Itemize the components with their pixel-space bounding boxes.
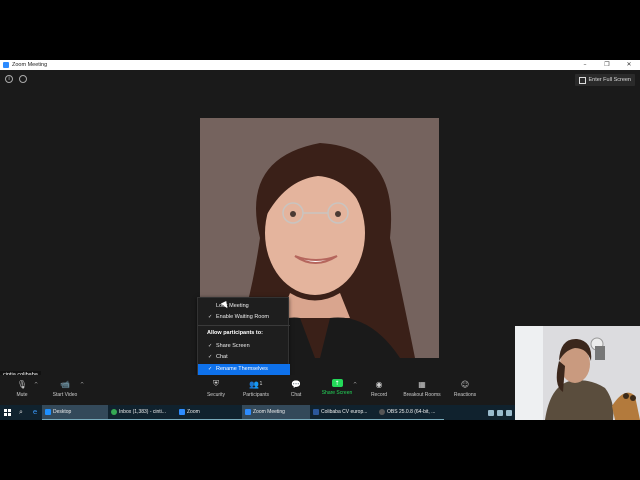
security-menu: Lock Meeting ✓ Enable Waiting Room Allow… (197, 297, 290, 378)
microphone-icon: 🎙 (16, 379, 28, 389)
restore-button[interactable]: ❐ (596, 60, 618, 70)
taskbar-app-label: Zoom (187, 409, 200, 415)
share-screen-icon: ↑ (331, 379, 343, 387)
breakout-rooms-button[interactable]: ▦ Breakout Rooms (400, 379, 444, 405)
video-options-caret[interactable]: ^ (80, 382, 84, 388)
reactions-icon: ☺ (460, 379, 470, 389)
rename-themselves-item[interactable]: ✓ Rename Themselves (198, 364, 290, 375)
taskbar-app-word-cv[interactable]: Colibaba CV europ... (310, 405, 376, 420)
windows-logo-icon (3, 409, 11, 416)
taskbar-app-label: Inbox (1,383) - cinti... (119, 409, 166, 415)
fullscreen-label: Enter Full Screen (588, 77, 632, 83)
video-camera-off-icon: 📹 (60, 379, 70, 389)
letterbox-top (0, 0, 640, 60)
share-screen-button[interactable]: ↑ Share Screen (320, 379, 354, 405)
menu-divider (198, 325, 290, 326)
chrome-icon (111, 409, 117, 415)
fullscreen-icon (578, 76, 586, 84)
self-view-webcam (515, 326, 640, 420)
participants-label: Participants (242, 392, 270, 398)
rename-themselves-label: Rename Themselves (216, 366, 268, 372)
chat-label: Chat (216, 354, 228, 360)
taskbar-app-zoom-meeting[interactable]: Zoom Meeting (242, 405, 310, 420)
participants-icon: 👥 1 (249, 379, 263, 389)
taskbar-app-zoom[interactable]: Zoom (176, 405, 242, 420)
minimize-button[interactable]: – (574, 60, 596, 70)
participants-count: 1 (259, 381, 263, 387)
zoom-icon (245, 409, 251, 415)
window-controls: – ❐ ✕ (574, 60, 640, 70)
start-video-button[interactable]: 📹 Start Video (48, 379, 82, 405)
chat-icon: 💬 (291, 379, 301, 389)
breakout-rooms-label: Breakout Rooms (403, 392, 441, 398)
shield-icon: ⛨ (213, 379, 219, 388)
breakout-rooms-icon: ▦ (418, 379, 426, 389)
taskbar-app-label: Colibaba CV europ... (321, 409, 368, 415)
share-screen-item[interactable]: ✓ Share Screen (198, 341, 290, 352)
edge-browser-icon[interactable]: e (28, 405, 42, 420)
reactions-button[interactable]: ☺ Reactions (451, 379, 479, 405)
top-left-icons: i (5, 75, 27, 83)
start-button[interactable] (0, 405, 14, 420)
record-button[interactable]: ◉ Record (368, 379, 390, 405)
reactions-label: Reactions (453, 392, 477, 398)
participants-button[interactable]: 👥 1 Participants (240, 379, 272, 405)
start-video-label: Start Video (52, 392, 78, 398)
security-label: Security (206, 392, 226, 398)
shield-icon[interactable] (19, 75, 27, 83)
mute-label: Mute (16, 392, 28, 398)
allow-participants-heading: Allow participants to: (207, 330, 263, 336)
enable-waiting-room-label: Enable Waiting Room (216, 314, 269, 320)
taskbar-app-inbox[interactable]: Inbox (1,383) - cinti... (108, 405, 176, 420)
title-bar: Zoom Meeting – ❐ ✕ (0, 60, 640, 70)
zoom-tray-icon[interactable] (497, 409, 503, 416)
check-icon: ✓ (208, 366, 213, 372)
zoom-icon (179, 409, 185, 415)
taskbar-app-label: Zoom Meeting (253, 409, 285, 415)
word-icon (313, 409, 319, 415)
lock-meeting-item[interactable]: Lock Meeting (198, 301, 290, 312)
zoom-app-icon (3, 62, 9, 68)
search-icon[interactable]: ⌕ (14, 405, 28, 420)
letterbox-bottom (0, 420, 640, 480)
desktop-app-icon (45, 409, 51, 415)
check-icon: ✓ (208, 343, 213, 349)
tray-icon[interactable] (506, 409, 512, 416)
enter-full-screen-button[interactable]: Enter Full Screen (574, 74, 635, 86)
webcam-image (515, 326, 640, 420)
taskbar-app-label: Desktop (53, 409, 72, 415)
check-icon: ✓ (208, 314, 213, 320)
close-button[interactable]: ✕ (618, 60, 640, 70)
chat-item[interactable]: ✓ Chat (198, 352, 290, 363)
obs-icon (379, 409, 385, 415)
microphone-tray-icon[interactable] (488, 409, 494, 416)
chat-label: Chat (290, 392, 302, 398)
taskbar-app-label: OBS 25.0.8 (64-bit, ... (387, 409, 436, 415)
windows-taskbar: ⌕ e Desktop Inbox (1,383) - cinti... Zoo… (0, 405, 515, 420)
taskbar-app-obs[interactable]: OBS 25.0.8 (64-bit, ... (376, 405, 444, 420)
security-button[interactable]: ⛨ Security (202, 379, 230, 405)
record-icon: ◉ (375, 379, 383, 389)
window-title: Zoom Meeting (12, 62, 48, 68)
share-screen-label: Share Screen (216, 343, 250, 349)
taskbar-app-desktop[interactable]: Desktop (42, 405, 108, 420)
enable-waiting-room-item[interactable]: ✓ Enable Waiting Room (198, 312, 290, 323)
record-label: Record (370, 392, 388, 398)
audio-options-caret[interactable]: ^ (34, 382, 38, 388)
share-options-caret[interactable]: ^ (353, 382, 357, 388)
mute-button[interactable]: 🎙 Mute (10, 379, 34, 405)
share-screen-label: Share Screen (321, 390, 353, 396)
info-icon[interactable]: i (5, 75, 13, 83)
check-icon: ✓ (208, 354, 213, 360)
chat-button[interactable]: 💬 Chat (286, 379, 306, 405)
system-tray (488, 409, 515, 416)
